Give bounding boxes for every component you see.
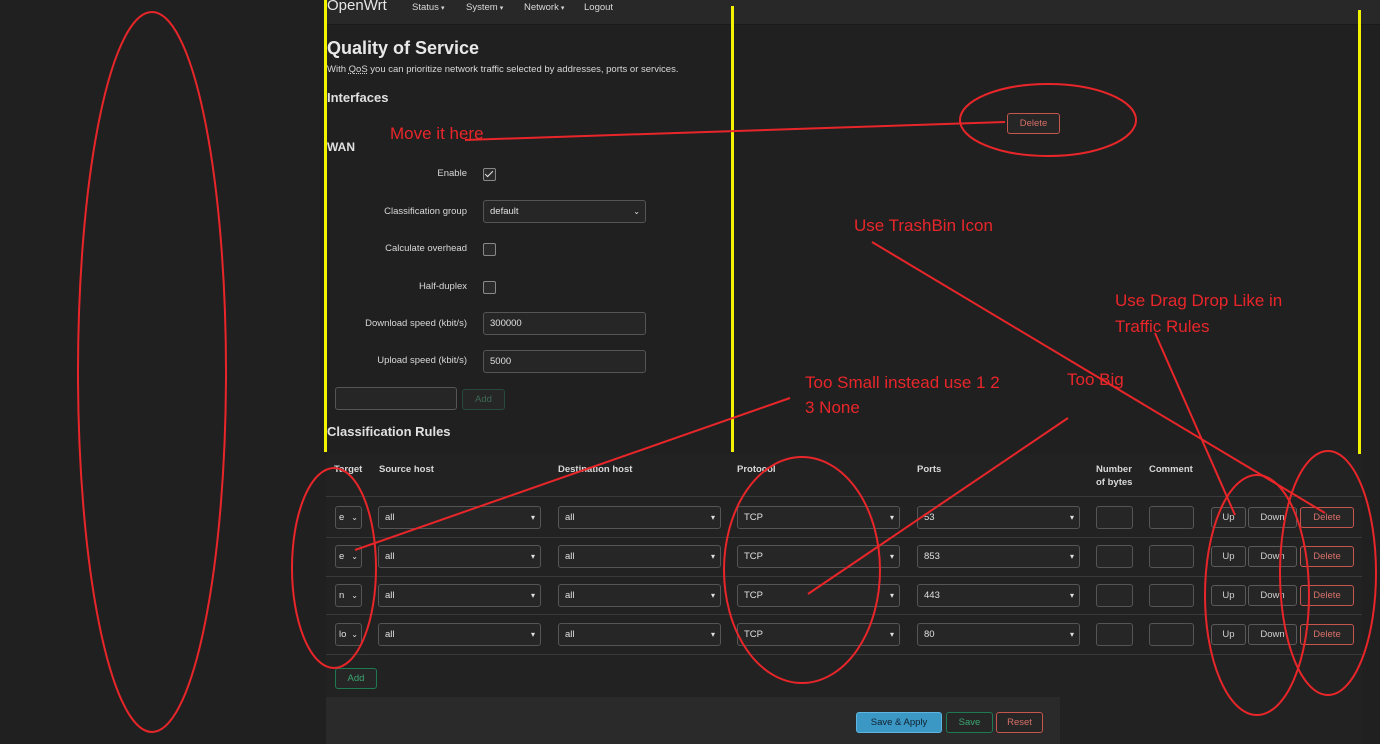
annotation-use-trashbin: Use TrashBin Icon: [854, 216, 993, 235]
annotation-move-it-here: Move it here: [390, 124, 484, 143]
annotation-arrow: [354, 397, 791, 551]
annotation-arrow: [1154, 332, 1236, 516]
annotation-too-big: Too Big: [1067, 370, 1124, 389]
annotation-ellipse: [1279, 450, 1377, 696]
annotation-ellipse: [723, 456, 881, 684]
annotation-ellipse: [77, 11, 227, 733]
annotation-drag-drop-1: Use Drag Drop Like in: [1115, 291, 1283, 310]
annotation-ellipse: [959, 83, 1137, 157]
annotation-drag-drop-2: Traffic Rules: [1115, 317, 1210, 336]
annotation-arrow: [464, 121, 1006, 141]
annotation-overlay: [77, 11, 1377, 733]
annotation-too-small-1: Too Small instead use 1 2: [805, 373, 1000, 392]
annotation-ellipse: [1204, 474, 1310, 716]
annotation-ellipse: [291, 467, 377, 669]
annotation-arrow: [807, 417, 1069, 595]
annotation-too-small-2: 3 None: [805, 398, 860, 417]
